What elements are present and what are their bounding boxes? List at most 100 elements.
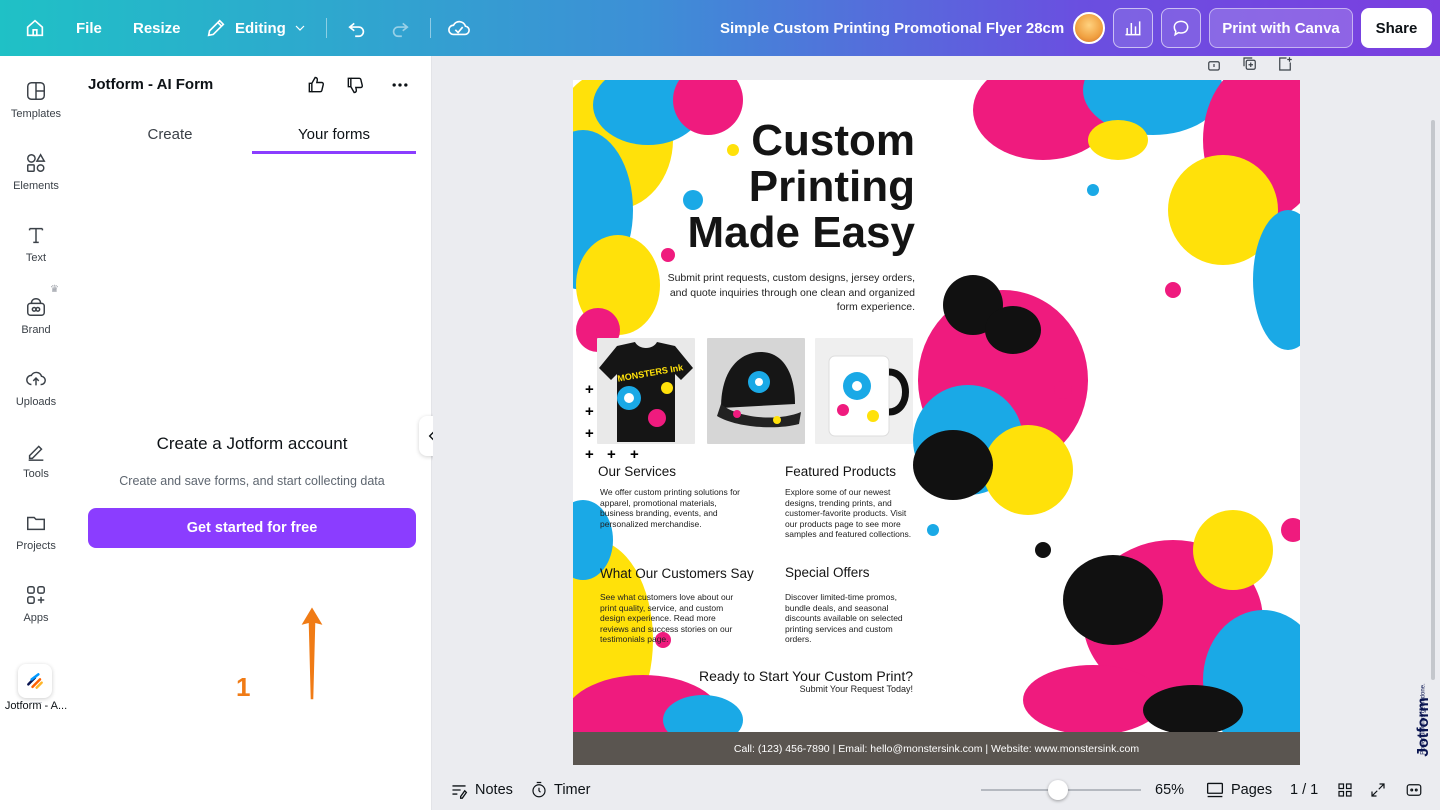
thumbs-down-button[interactable] xyxy=(343,73,367,97)
elements-icon xyxy=(27,153,46,172)
cap-image xyxy=(717,352,801,428)
notes-button[interactable]: Notes xyxy=(449,770,513,810)
brand-icon xyxy=(27,298,45,316)
offers-body[interactable]: Discover limited-time promos, bundle dea… xyxy=(785,592,919,645)
rail-label: Projects xyxy=(16,540,56,552)
folder-icon xyxy=(27,516,45,531)
cloud-check-icon xyxy=(448,20,470,36)
crown-icon: ♛ xyxy=(50,284,59,295)
panel-title: Jotform - AI Form xyxy=(88,76,214,93)
featured-title[interactable]: Featured Products xyxy=(785,464,896,479)
undo-button[interactable] xyxy=(346,0,368,56)
tools-icon xyxy=(28,445,44,461)
tab-create[interactable]: Create xyxy=(88,116,252,154)
jersey-image xyxy=(599,342,693,442)
help-button[interactable] xyxy=(1405,770,1429,810)
toolbar-divider xyxy=(326,18,327,38)
rail-item-projects[interactable]: Projects xyxy=(0,498,72,568)
document-title[interactable]: Simple Custom Printing Promotional Flyer… xyxy=(720,0,1064,56)
rail-item-tools[interactable]: Tools xyxy=(0,426,72,496)
services-body[interactable]: We offer custom printing solutions for a… xyxy=(600,487,740,529)
headline-line: Made Easy xyxy=(687,208,915,257)
rail-label: Apps xyxy=(23,612,49,624)
share-button[interactable]: Share xyxy=(1361,8,1432,48)
flyer-cta-title[interactable]: Ready to Start Your Custom Print? xyxy=(673,668,913,684)
tab-your-forms[interactable]: Your forms xyxy=(252,116,416,154)
flyer-design[interactable]: Custom Printing Made Easy Submit print r… xyxy=(573,80,1300,765)
pages-button[interactable]: Pages xyxy=(1205,770,1272,810)
add-page-button[interactable] xyxy=(1276,56,1294,77)
product-photo-jersey[interactable]: MONSTERS Ink xyxy=(597,338,695,444)
featured-body[interactable]: Explore some of our newest designs, tren… xyxy=(785,487,913,540)
resize-button[interactable]: Resize xyxy=(133,0,181,56)
text-icon xyxy=(28,227,44,244)
thumbs-down-icon xyxy=(347,77,363,94)
flyer-headline[interactable]: Custom Printing Made Easy xyxy=(688,118,915,256)
rail-label: Templates xyxy=(10,108,62,120)
decorative-plus-icon: + xyxy=(585,403,594,420)
templates-icon xyxy=(27,82,45,100)
notes-icon xyxy=(452,785,468,799)
file-menu[interactable]: File xyxy=(76,0,102,56)
editing-mode-menu[interactable]: Editing xyxy=(205,0,308,56)
redo-button[interactable] xyxy=(389,0,411,56)
rail-label: Uploads xyxy=(15,396,57,408)
more-options-button[interactable] xyxy=(388,73,412,97)
upload-cloud-icon xyxy=(26,371,46,386)
decorative-plus-icon: + xyxy=(607,446,616,463)
decorative-plus-icon: + xyxy=(585,425,594,442)
headline-line: Printing xyxy=(748,162,915,211)
customers-body[interactable]: See what customers love about our print … xyxy=(600,592,736,645)
duplicate-icon xyxy=(1243,57,1256,70)
bar-chart-icon xyxy=(1125,21,1141,36)
rail-item-text[interactable]: Text xyxy=(0,210,72,280)
rail-item-jotform[interactable] xyxy=(18,664,52,698)
more-horizontal-icon xyxy=(392,83,408,87)
toolbar-divider xyxy=(430,18,431,38)
page-count: 1 / 1 xyxy=(1290,782,1319,798)
lock-page-button[interactable] xyxy=(1205,56,1223,77)
offers-title[interactable]: Special Offers xyxy=(785,565,870,580)
cloud-sync-status[interactable] xyxy=(447,0,471,56)
jotform-panel: Jotform - AI Form Create Your forms Crea… xyxy=(72,56,432,810)
top-toolbar: File Resize Editing Simple Custom Printi… xyxy=(0,0,1440,56)
thumbs-up-button[interactable] xyxy=(304,73,328,97)
canvas-scrollbar[interactable] xyxy=(1431,120,1435,680)
grid-view-button[interactable] xyxy=(1336,770,1360,810)
services-title[interactable]: Our Services xyxy=(598,464,676,479)
headline-line: Custom xyxy=(751,116,915,165)
annotation-step-number: 1 xyxy=(236,672,251,702)
zoom-slider-handle[interactable] xyxy=(1047,780,1068,800)
timer-label: Timer xyxy=(554,782,591,798)
rail-item-brand[interactable]: Brand xyxy=(0,282,72,352)
customers-title[interactable]: What Our Customers Say xyxy=(600,566,754,581)
home-icon xyxy=(26,19,44,37)
rail-item-elements[interactable]: Elements xyxy=(0,138,72,208)
home-button[interactable] xyxy=(24,0,46,56)
empty-state-subtitle: Create and save forms, and start collect… xyxy=(119,474,385,488)
comments-button[interactable] xyxy=(1161,8,1201,48)
timer-icon xyxy=(532,781,546,798)
product-photo-cap[interactable] xyxy=(707,338,805,444)
product-photo-mug[interactable] xyxy=(815,338,913,444)
rail-item-uploads[interactable]: Uploads xyxy=(0,354,72,424)
help-icon xyxy=(1406,784,1422,796)
flyer-cta-subtitle[interactable]: Submit Your Request Today! xyxy=(673,684,913,694)
duplicate-page-button[interactable] xyxy=(1241,56,1259,77)
fullscreen-button[interactable] xyxy=(1369,770,1393,810)
print-with-canva-button[interactable]: Print with Canva xyxy=(1209,8,1353,48)
rail-item-templates[interactable]: Templates xyxy=(0,66,72,136)
rail-label-jotform: Jotform - A... xyxy=(4,700,68,712)
zoom-level[interactable]: 65% xyxy=(1155,770,1184,810)
timer-button[interactable]: Timer xyxy=(530,770,591,810)
user-avatar[interactable] xyxy=(1073,12,1105,44)
lock-icon xyxy=(1208,61,1220,71)
get-started-button[interactable]: Get started for free xyxy=(88,508,416,548)
rail-item-apps[interactable]: Apps xyxy=(0,570,72,640)
flyer-subheading[interactable]: Submit print requests, custom designs, j… xyxy=(655,271,915,315)
decorative-plus-icon: + xyxy=(585,446,594,463)
flyer-contact-footer[interactable]: Call: (123) 456-7890 | Email: hello@mons… xyxy=(573,732,1300,765)
pages-icon xyxy=(1206,782,1224,798)
insights-button[interactable] xyxy=(1113,8,1153,48)
grid-view-icon xyxy=(1338,783,1352,797)
